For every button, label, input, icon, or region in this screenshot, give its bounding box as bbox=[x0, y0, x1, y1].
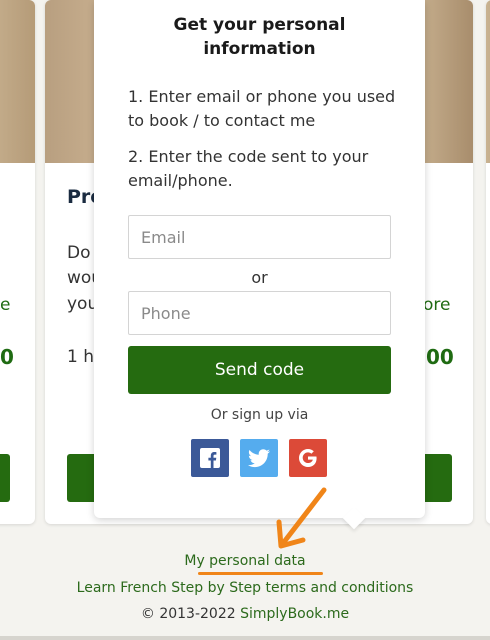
google-login-button[interactable] bbox=[289, 439, 327, 477]
copyright-text: © 2013-2022 SimplyBook.me bbox=[0, 606, 490, 622]
page-bottom-divider bbox=[0, 636, 490, 640]
service-card-image bbox=[0, 0, 35, 163]
service-card-left: e 0 bbox=[0, 0, 35, 524]
copyright-prefix: © 2013-2022 bbox=[140, 606, 241, 622]
service-card-image bbox=[486, 0, 490, 163]
send-code-button[interactable]: Send code bbox=[128, 346, 391, 394]
service-card-right bbox=[486, 0, 490, 524]
price-fragment: 00 bbox=[426, 345, 454, 369]
more-link-fragment[interactable]: ore bbox=[423, 295, 450, 315]
signup-via-label: Or sign up via bbox=[210, 407, 309, 423]
service-duration-fragment: 1 h bbox=[67, 347, 94, 367]
my-personal-data-link[interactable]: My personal data bbox=[0, 553, 490, 569]
annotation-arrow-icon bbox=[276, 487, 327, 549]
popup-title: Get your personal information bbox=[173, 15, 346, 59]
service-desc-line: Do bbox=[67, 243, 91, 263]
facebook-login-button[interactable] bbox=[191, 439, 229, 477]
more-link-fragment[interactable]: e bbox=[0, 295, 10, 315]
facebook-icon bbox=[200, 448, 220, 468]
phone-input[interactable] bbox=[128, 291, 391, 335]
simplybook-link[interactable]: SimplyBook.me bbox=[240, 606, 349, 622]
twitter-icon bbox=[248, 449, 270, 468]
twitter-login-button[interactable] bbox=[240, 439, 278, 477]
book-button[interactable] bbox=[0, 454, 10, 502]
price-fragment: 0 bbox=[0, 345, 14, 369]
annotation-underline bbox=[198, 572, 323, 575]
instruction-step-1: 1. Enter email or phone you used to book… bbox=[128, 87, 396, 130]
google-icon bbox=[299, 449, 317, 467]
personal-info-popup: Get your personal information 1. Enter e… bbox=[94, 0, 425, 530]
email-input[interactable] bbox=[128, 215, 391, 259]
terms-link[interactable]: Learn French Step by Step terms and cond… bbox=[0, 580, 490, 596]
instruction-step-2: 2. Enter the code sent to your email/pho… bbox=[128, 147, 369, 190]
popup-caret bbox=[342, 506, 366, 530]
or-separator: or bbox=[251, 268, 268, 287]
